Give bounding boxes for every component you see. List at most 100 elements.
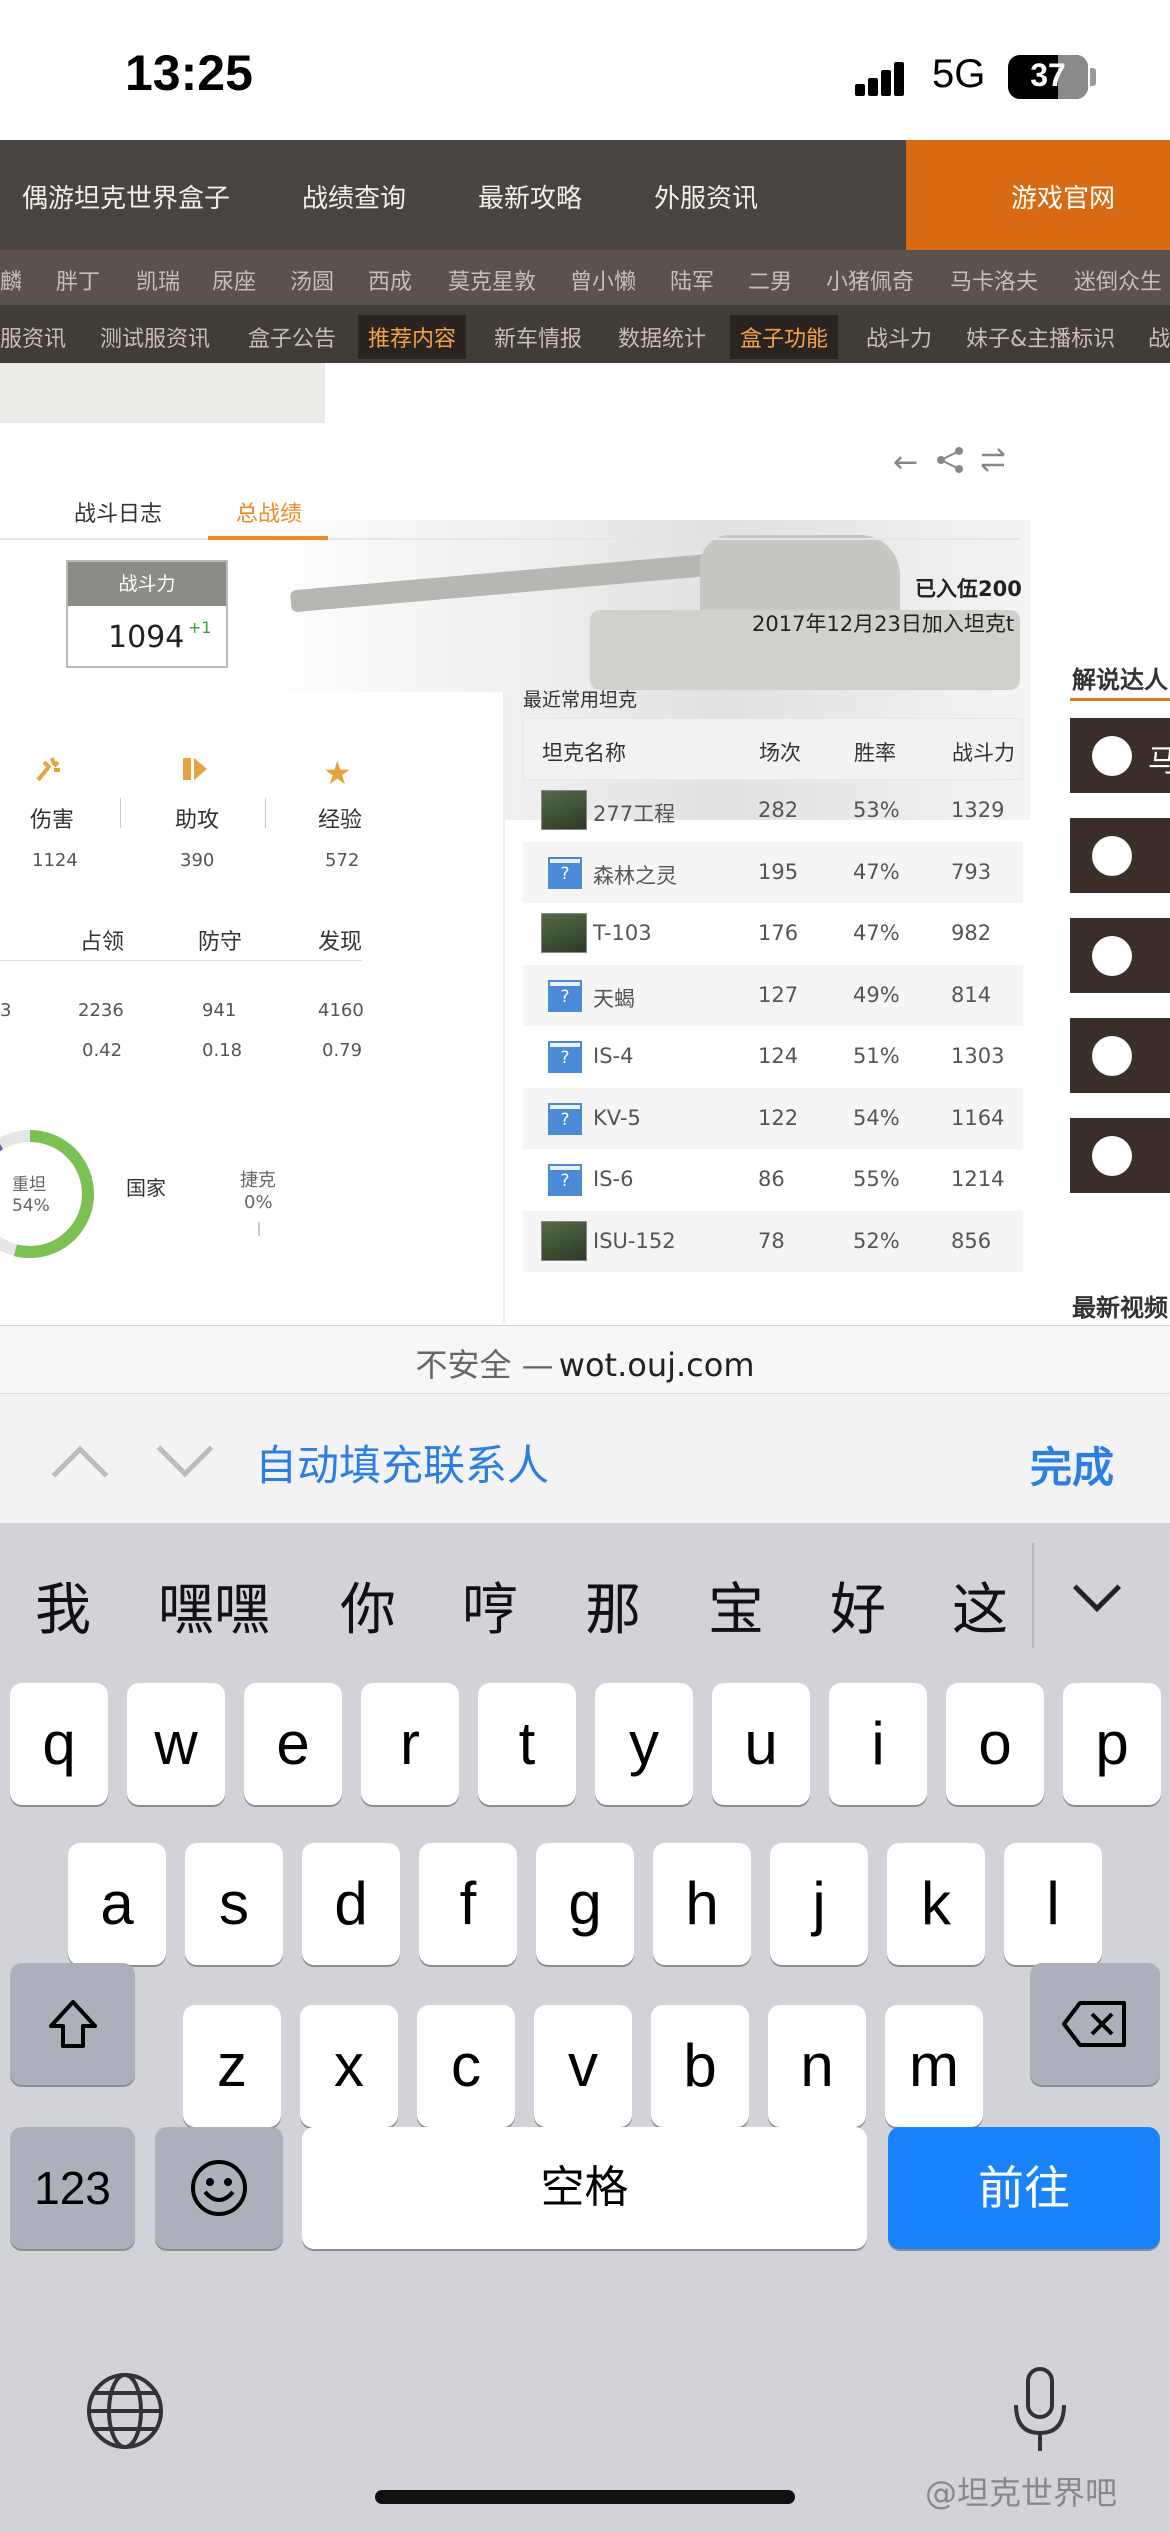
nav-record[interactable]: 战绩查询 xyxy=(302,178,406,215)
tank-name: IS-4 xyxy=(593,1044,634,1068)
shift-key[interactable] xyxy=(10,1963,135,2085)
candidate-word[interactable]: 好 xyxy=(830,1565,886,1646)
go-key[interactable]: 前往 xyxy=(888,2127,1160,2249)
candidate-word[interactable]: 哼 xyxy=(462,1565,518,1646)
streamer-link[interactable]: 陆军 xyxy=(670,264,714,296)
table-row[interactable]: 277工程 282 53% 1329 xyxy=(523,780,1023,842)
key-x[interactable]: x xyxy=(300,2005,398,2127)
key-u[interactable]: u xyxy=(712,1683,810,1805)
key-g[interactable]: g xyxy=(536,1843,634,1965)
key-w[interactable]: w xyxy=(127,1683,225,1805)
key-n[interactable]: n xyxy=(768,2005,866,2127)
category-link[interactable]: 妹子&主播标识 xyxy=(966,321,1115,353)
table-row[interactable]: ? 天蝎 127 49% 814 xyxy=(523,964,1023,1026)
stat-label-assist: 助攻 xyxy=(175,808,220,833)
key-v[interactable]: v xyxy=(534,2005,632,2127)
numbers-key[interactable]: 123 xyxy=(10,2127,135,2249)
tank-name: IS-6 xyxy=(593,1167,634,1191)
join-date: 2017年12月23日加入坦克t xyxy=(752,612,1015,636)
candidate-word[interactable]: 我 xyxy=(35,1565,91,1646)
streamer-link[interactable]: 凯瑞 xyxy=(136,264,180,296)
key-p[interactable]: p xyxy=(1063,1683,1161,1805)
streamer-link[interactable]: 二男 xyxy=(748,264,792,296)
commentator-avatar[interactable] xyxy=(1070,1118,1170,1193)
nav-box[interactable]: 偶游坦克世界盒子 xyxy=(22,178,230,215)
emoji-key[interactable] xyxy=(155,2127,283,2249)
key-l[interactable]: l xyxy=(1004,1843,1102,1965)
microphone-icon[interactable] xyxy=(1010,2365,1070,2455)
key-z[interactable]: z xyxy=(183,2005,281,2127)
candidate-word[interactable]: 宝 xyxy=(708,1565,764,1646)
category-link[interactable]: 服资讯 xyxy=(0,321,66,353)
table-row[interactable]: T-103 176 47% 982 xyxy=(523,903,1023,965)
streamer-link[interactable]: 西成 xyxy=(368,264,412,296)
nav-foreign[interactable]: 外服资讯 xyxy=(654,178,758,215)
candidate-word[interactable]: 这 xyxy=(952,1565,1008,1646)
streamer-link[interactable]: 胖丁 xyxy=(56,264,100,296)
key-c[interactable]: c xyxy=(417,2005,515,2127)
category-link[interactable]: 数据统计 xyxy=(618,321,706,353)
key-m[interactable]: m xyxy=(885,2005,983,2127)
nav-official-button[interactable]: 游戏官网 xyxy=(906,140,1170,250)
key-o[interactable]: o xyxy=(946,1683,1044,1805)
category-link[interactable]: 战斗力 xyxy=(866,321,932,353)
tab-battle-log[interactable]: 战斗日志 xyxy=(74,496,162,528)
url-bar[interactable]: 不安全 — wot.ouj.com xyxy=(0,1325,1170,1393)
category-link[interactable]: 测试服资讯 xyxy=(100,321,210,353)
candidate-word[interactable]: 嘿嘿 xyxy=(158,1565,270,1646)
streamer-link[interactable]: 莫克星敦 xyxy=(448,264,536,296)
table-row[interactable]: ? IS-6 86 55% 1214 xyxy=(523,1149,1023,1211)
category-link[interactable]: 战 xyxy=(1148,321,1170,353)
space-key[interactable]: 空格 xyxy=(302,2127,867,2249)
autofill-contacts[interactable]: 自动填充联系人 xyxy=(255,1432,549,1493)
commentator-avatar[interactable]: 马 xyxy=(1070,718,1170,793)
expand-candidates-icon[interactable] xyxy=(1072,1563,1122,1613)
category-link-active[interactable]: 盒子功能 xyxy=(730,315,839,359)
globe-icon[interactable] xyxy=(85,2371,165,2451)
stat-value-assist: 390 xyxy=(180,850,215,871)
streamer-link[interactable]: 小猪佩奇 xyxy=(826,264,914,296)
key-q[interactable]: q xyxy=(10,1683,108,1805)
key-y[interactable]: y xyxy=(595,1683,693,1805)
streamer-link[interactable]: 马卡洛夫 xyxy=(950,264,1038,296)
streamer-link[interactable]: 汤圆 xyxy=(290,264,334,296)
streamer-link[interactable]: 迷倒众生 xyxy=(1074,264,1162,296)
key-b[interactable]: b xyxy=(651,2005,749,2127)
home-indicator[interactable] xyxy=(375,2490,795,2504)
key-a[interactable]: a xyxy=(68,1843,166,1965)
nav-guide[interactable]: 最新攻略 xyxy=(478,178,582,215)
category-link[interactable]: 盒子公告 xyxy=(248,321,336,353)
chevron-up-icon[interactable] xyxy=(51,1445,109,1503)
chevron-down-icon[interactable] xyxy=(156,1420,214,1478)
candidate-word[interactable]: 你 xyxy=(340,1565,396,1646)
table-row[interactable]: ISU-152 78 52% 856 xyxy=(523,1210,1023,1272)
category-link-active[interactable]: 推荐内容 xyxy=(358,315,467,359)
streamer-link[interactable]: 尿座 xyxy=(212,264,256,296)
key-r[interactable]: r xyxy=(361,1683,459,1805)
key-f[interactable]: f xyxy=(419,1843,517,1965)
table-row[interactable]: ? IS-4 124 51% 1303 xyxy=(523,1026,1023,1088)
tab-total-record[interactable]: 总战绩 xyxy=(236,496,302,528)
key-s[interactable]: s xyxy=(185,1843,283,1965)
commentator-avatar[interactable] xyxy=(1070,918,1170,993)
delete-key[interactable] xyxy=(1030,1963,1160,2085)
key-j[interactable]: j xyxy=(770,1843,868,1965)
table-row[interactable]: ? 森林之灵 195 47% 793 xyxy=(523,841,1023,903)
back-arrow-icon[interactable]: ← xyxy=(893,445,918,480)
key-d[interactable]: d xyxy=(302,1843,400,1965)
commentator-avatar[interactable] xyxy=(1070,818,1170,893)
category-link[interactable]: 新车情报 xyxy=(494,321,582,353)
key-i[interactable]: i xyxy=(829,1683,927,1805)
streamer-link[interactable]: 曾小懒 xyxy=(570,264,636,296)
candidate-word[interactable]: 那 xyxy=(585,1565,641,1646)
table-row[interactable]: ? KV-5 122 54% 1164 xyxy=(523,1087,1023,1149)
key-e[interactable]: e xyxy=(244,1683,342,1805)
share-icon[interactable] xyxy=(935,445,965,475)
done-button[interactable]: 完成 xyxy=(1030,1434,1114,1495)
key-t[interactable]: t xyxy=(478,1683,576,1805)
key-k[interactable]: k xyxy=(887,1843,985,1965)
streamer-link[interactable]: 麟 xyxy=(0,264,22,296)
key-h[interactable]: h xyxy=(653,1843,751,1965)
switch-icon[interactable] xyxy=(978,445,1008,475)
commentator-avatar[interactable] xyxy=(1070,1018,1170,1093)
